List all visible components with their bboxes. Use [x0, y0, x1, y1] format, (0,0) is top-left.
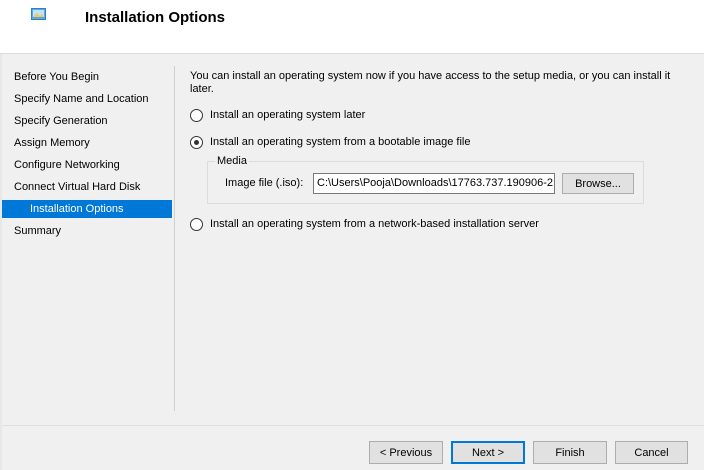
option-install-later[interactable]: Install an operating system later — [190, 107, 365, 123]
radio-install-later[interactable] — [190, 108, 203, 122]
image-file-input[interactable]: C:\Users\Pooja\Downloads\17763.737.19090… — [313, 173, 555, 194]
option-install-later-label: Install an operating system later — [210, 109, 366, 121]
media-group-legend: Media — [215, 155, 249, 167]
option-network-server[interactable]: Install an operating system from a netwo… — [190, 216, 539, 232]
option-bootable-image-label: Install an operating system from a boota… — [210, 136, 471, 148]
main-content: You can install an operating system now … — [190, 70, 690, 96]
previous-button[interactable]: < Previous — [369, 441, 443, 464]
sidebar-item-connect-vhd[interactable]: Connect Virtual Hard Disk — [2, 176, 172, 198]
sidebar-divider — [174, 66, 175, 411]
sidebar-item-configure-networking[interactable]: Configure Networking — [2, 154, 172, 176]
sidebar-item-specify-name-location[interactable]: Specify Name and Location — [2, 88, 172, 110]
intro-text: You can install an operating system now … — [190, 70, 671, 95]
finish-button[interactable]: Finish — [533, 441, 607, 464]
sidebar-item-summary[interactable]: Summary — [2, 220, 172, 242]
image-file-label: Image file (.iso): — [225, 177, 304, 189]
sidebar-item-installation-options[interactable]: Installation Options — [2, 200, 172, 218]
option-bootable-image[interactable]: Install an operating system from a boota… — [190, 134, 470, 150]
sidebar-item-before-you-begin[interactable]: Before You Begin — [2, 66, 172, 88]
wizard-steps-nav: Before You Begin Specify Name and Locati… — [2, 66, 172, 242]
wizard-header: Installation Options — [0, 0, 704, 54]
browse-button[interactable]: Browse... — [562, 173, 634, 194]
wizard-app-icon — [31, 8, 46, 20]
page-title: Installation Options — [85, 9, 226, 26]
option-network-server-label: Install an operating system from a netwo… — [210, 218, 539, 230]
footer-divider — [2, 425, 704, 426]
radio-network-server[interactable] — [190, 217, 203, 231]
sidebar-item-specify-generation[interactable]: Specify Generation — [2, 110, 172, 132]
next-button[interactable]: Next > — [451, 441, 525, 464]
sidebar-item-assign-memory[interactable]: Assign Memory — [2, 132, 172, 154]
cancel-button[interactable]: Cancel — [615, 441, 688, 464]
radio-bootable-image[interactable] — [190, 135, 203, 149]
